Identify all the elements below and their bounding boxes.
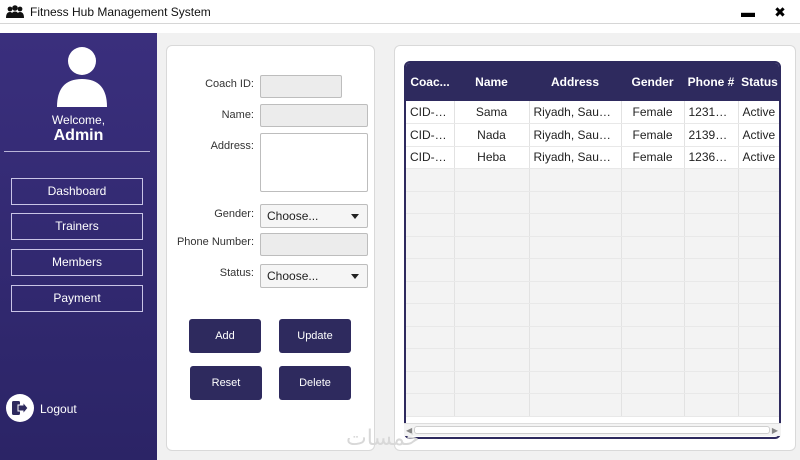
cell-status: Active <box>738 123 779 147</box>
reset-button[interactable]: Reset <box>190 366 262 400</box>
column-header-name[interactable]: Name <box>454 63 529 101</box>
cell-phone: 123612... <box>684 146 739 169</box>
cell-gender: Female <box>621 146 685 169</box>
cell-gender: Female <box>621 123 685 147</box>
column-header-phone[interactable]: Phone # <box>684 63 738 101</box>
user-name: Admin <box>53 127 104 144</box>
users-group-icon <box>6 4 24 18</box>
empty-row <box>406 371 779 394</box>
empty-row <box>406 168 779 192</box>
name-input[interactable] <box>260 104 368 127</box>
logout-link[interactable]: Logout <box>40 402 77 416</box>
close-button[interactable]: ✖ <box>770 2 790 22</box>
empty-row <box>406 213 779 237</box>
empty-row <box>406 393 779 417</box>
nav-dashboard-button[interactable]: Dashboard <box>11 178 143 205</box>
cell-address: Riyadh, Saudi A... <box>529 146 622 169</box>
chevron-down-icon <box>351 274 359 279</box>
table-row[interactable]: CID-101 Sama Riyadh, Saudi A... Female 1… <box>406 101 779 124</box>
empty-row <box>406 326 779 349</box>
horizontal-scrollbar[interactable]: ◀ ▶ <box>404 423 781 436</box>
phone-input[interactable] <box>260 233 368 256</box>
empty-row <box>406 191 779 214</box>
user-avatar-icon <box>57 47 107 107</box>
scroll-right-icon[interactable]: ▶ <box>772 426 778 435</box>
cell-coach-id: CID-101 <box>406 101 455 124</box>
cell-phone: 123124... <box>684 101 739 124</box>
delete-button[interactable]: Delete <box>279 366 351 400</box>
nav-members-button[interactable]: Members <box>11 249 143 276</box>
watermark: خمسات <box>346 426 420 451</box>
gender-select-value: Choose... <box>267 209 319 223</box>
title-bar: Fitness Hub Management System ▬ ✖ <box>0 0 800 24</box>
chevron-down-icon <box>351 214 359 219</box>
gender-select[interactable]: Choose... <box>260 204 368 228</box>
phone-label: Phone Number: <box>176 236 254 248</box>
cell-name: Nada <box>454 123 530 147</box>
coaches-table: Coac... Name Address Gender Phone # Stat… <box>404 61 781 439</box>
empty-row <box>406 281 779 304</box>
update-button[interactable]: Update <box>279 319 351 353</box>
column-header-status[interactable]: Status <box>738 63 779 101</box>
cell-name: Sama <box>454 101 530 124</box>
column-header-gender[interactable]: Gender <box>621 63 684 101</box>
status-select[interactable]: Choose... <box>260 264 368 288</box>
cell-status: Active <box>738 146 779 169</box>
status-select-value: Choose... <box>267 269 319 283</box>
cell-coach-id: CID-103 <box>406 146 455 169</box>
cell-address: Riyadh, Saudi A... <box>529 101 622 124</box>
cell-status: Active <box>738 101 779 124</box>
address-textarea[interactable] <box>260 133 368 192</box>
name-label: Name: <box>221 109 254 121</box>
table-row[interactable]: CID-103 Heba Riyadh, Saudi A... Female 1… <box>406 146 779 169</box>
nav-payment-button[interactable]: Payment <box>11 285 143 312</box>
coach-id-input[interactable] <box>260 75 342 98</box>
status-label: Status: <box>219 267 254 279</box>
table-row[interactable]: CID-102 Nada Riyadh, Saudi A... Female 2… <box>406 123 779 147</box>
sidebar-divider <box>4 151 150 152</box>
add-button[interactable]: Add <box>189 319 261 353</box>
empty-row <box>406 348 779 372</box>
minimize-button[interactable]: ▬ <box>738 2 758 22</box>
welcome-text: Welcome, <box>51 113 106 127</box>
cell-phone: 213923... <box>684 123 739 147</box>
cell-coach-id: CID-102 <box>406 123 455 147</box>
nav-trainers-button[interactable]: Trainers <box>11 213 143 240</box>
empty-row <box>406 303 779 327</box>
empty-row <box>406 236 779 259</box>
cell-name: Heba <box>454 146 530 169</box>
coach-id-label: Coach ID: <box>205 78 254 90</box>
cell-gender: Female <box>621 101 685 124</box>
gender-label: Gender: <box>214 208 254 220</box>
empty-row <box>406 258 779 282</box>
column-header-coach-id[interactable]: Coac... <box>406 63 454 101</box>
column-header-address[interactable]: Address <box>529 63 621 101</box>
window-title: Fitness Hub Management System <box>30 4 211 19</box>
scrollbar-thumb[interactable] <box>414 426 770 434</box>
logout-icon[interactable] <box>6 394 34 422</box>
cell-address: Riyadh, Saudi A... <box>529 123 622 147</box>
address-label: Address: <box>210 140 254 152</box>
table-header-row: Coac... Name Address Gender Phone # Stat… <box>406 63 779 101</box>
